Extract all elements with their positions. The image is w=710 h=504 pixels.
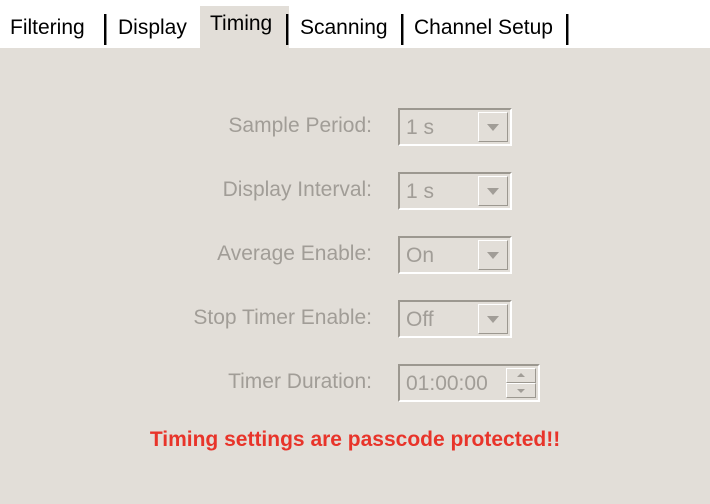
spin-up-button[interactable] bbox=[506, 368, 536, 383]
tab-timing[interactable]: Timing bbox=[210, 6, 272, 42]
timing-settings-dialog: Filtering Display Timing Scanning Channe… bbox=[0, 0, 710, 504]
chevron-down-icon bbox=[487, 252, 499, 259]
tab-strip: Filtering Display Timing Scanning Channe… bbox=[0, 0, 710, 46]
display-interval-select[interactable]: 1 s bbox=[398, 172, 512, 210]
tab-display[interactable]: Display bbox=[118, 10, 187, 46]
sample-period-select[interactable]: 1 s bbox=[398, 108, 512, 146]
average-enable-select[interactable]: On bbox=[398, 236, 512, 274]
dropdown-button[interactable] bbox=[478, 112, 508, 142]
dropdown-button[interactable] bbox=[478, 240, 508, 270]
sample-period-label: Sample Period: bbox=[228, 114, 372, 137]
spin-buttons bbox=[506, 368, 536, 398]
passcode-warning: Timing settings are passcode protected!! bbox=[149, 428, 561, 451]
stop-timer-enable-select[interactable]: Off bbox=[398, 300, 512, 338]
average-enable-label: Average Enable: bbox=[217, 242, 372, 265]
tab-separator bbox=[286, 14, 289, 45]
chevron-up-icon bbox=[517, 373, 525, 377]
tab-filtering[interactable]: Filtering bbox=[10, 10, 85, 46]
timer-duration-value: 01:00:00 bbox=[406, 372, 488, 395]
dropdown-button[interactable] bbox=[478, 304, 508, 334]
tab-separator bbox=[401, 14, 404, 45]
dropdown-button[interactable] bbox=[478, 176, 508, 206]
timer-duration-spinner[interactable]: 01:00:00 bbox=[398, 364, 540, 402]
average-enable-value: On bbox=[406, 244, 435, 267]
chevron-down-icon bbox=[487, 316, 499, 323]
tab-separator bbox=[566, 14, 569, 45]
chevron-down-icon bbox=[487, 188, 499, 195]
stop-timer-enable-value: Off bbox=[406, 308, 434, 331]
spin-down-button[interactable] bbox=[506, 383, 536, 398]
display-interval-label: Display Interval: bbox=[222, 178, 372, 201]
chevron-down-icon bbox=[487, 124, 499, 131]
tab-panel-border bbox=[0, 46, 710, 48]
stop-timer-enable-label: Stop Timer Enable: bbox=[193, 306, 372, 329]
display-interval-value: 1 s bbox=[406, 180, 435, 203]
timer-duration-label: Timer Duration: bbox=[228, 370, 372, 393]
sample-period-value: 1 s bbox=[406, 116, 435, 139]
tab-separator bbox=[104, 14, 107, 45]
tab-channel-setup[interactable]: Channel Setup bbox=[414, 10, 553, 46]
tab-scanning[interactable]: Scanning bbox=[300, 10, 388, 46]
chevron-down-icon bbox=[517, 389, 525, 393]
